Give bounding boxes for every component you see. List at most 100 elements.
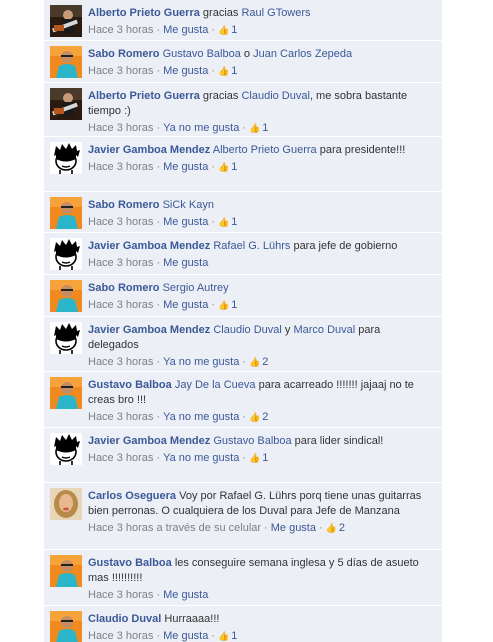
mention-link[interactable]: Raul GTowers bbox=[241, 7, 310, 19]
mention-link[interactable]: Jay De la Cueva bbox=[175, 379, 256, 391]
cartoon-face-avatar[interactable] bbox=[50, 142, 82, 174]
thumbs-up-icon[interactable]: 👍 bbox=[218, 66, 229, 76]
cartoon-face-avatar[interactable] bbox=[50, 322, 82, 354]
like-count[interactable]: 2 bbox=[262, 356, 268, 368]
like-button[interactable]: Me gusta bbox=[163, 299, 208, 311]
timestamp: Hace 3 horas bbox=[88, 65, 154, 77]
mention-link[interactable]: Claudio Duval bbox=[213, 324, 281, 336]
orange-man-avatar[interactable] bbox=[50, 377, 82, 409]
thumbs-up-icon[interactable]: 👍 bbox=[218, 300, 229, 310]
cartoon-face-avatar[interactable] bbox=[50, 433, 82, 465]
like-count[interactable]: 1 bbox=[231, 216, 237, 228]
orange-man-avatar[interactable] bbox=[50, 280, 82, 312]
like-button[interactable]: Me gusta bbox=[163, 630, 208, 642]
like-button[interactable]: Ya no me gusta bbox=[163, 356, 239, 368]
cartoon-face-avatar[interactable] bbox=[50, 238, 82, 270]
comment-author-link[interactable]: Javier Gamboa Mendez bbox=[88, 324, 210, 336]
comment-author-link[interactable]: Carlos Oseguera bbox=[88, 490, 176, 502]
like-button[interactable]: Ya no me gusta bbox=[163, 452, 239, 464]
orange-man-avatar[interactable] bbox=[50, 555, 82, 587]
comment-meta: Hace 3 horas · Me gusta · 👍 1 bbox=[88, 215, 434, 230]
comment-author-link[interactable]: Alberto Prieto Guerra bbox=[88, 90, 200, 102]
separator-dot: · bbox=[211, 24, 216, 36]
mention-link[interactable]: Gustavo Balboa bbox=[213, 435, 291, 447]
thumbs-up-icon[interactable]: 👍 bbox=[249, 123, 260, 133]
comment-item: Alberto Prieto Guerra gracias Raul GTowe… bbox=[44, 0, 442, 41]
comment-author-link[interactable]: Javier Gamboa Mendez bbox=[88, 144, 210, 156]
timestamp: Hace 3 horas bbox=[88, 452, 154, 464]
mention-link[interactable]: SiCk Kayn bbox=[163, 199, 214, 211]
mention-link[interactable]: Alberto Prieto Guerra bbox=[213, 144, 317, 156]
separator-dot: · bbox=[156, 216, 161, 228]
comment-body: Javier Gamboa Mendez Rafael G. Lührs par… bbox=[88, 239, 434, 254]
like-count[interactable]: 1 bbox=[231, 65, 237, 77]
like-count[interactable]: 1 bbox=[231, 630, 237, 642]
thumbs-up-icon[interactable]: 👍 bbox=[218, 162, 229, 172]
mention-link[interactable]: Marco Duval bbox=[293, 324, 355, 336]
timestamp: Hace 3 horas bbox=[88, 630, 154, 642]
like-count[interactable]: 2 bbox=[262, 411, 268, 423]
like-count[interactable]: 1 bbox=[231, 24, 237, 36]
timestamp: Hace 3 horas bbox=[88, 257, 154, 269]
guitarist-avatar[interactable] bbox=[50, 5, 82, 37]
thumbs-up-icon[interactable]: 👍 bbox=[218, 25, 229, 35]
comment-body: Claudio Duval Hurraaaa!!! bbox=[88, 612, 434, 627]
comment-item: Javier Gamboa Mendez Rafael G. Lührs par… bbox=[44, 233, 442, 275]
like-button[interactable]: Me gusta bbox=[163, 589, 208, 601]
like-button[interactable]: Me gusta bbox=[163, 216, 208, 228]
comment-author-link[interactable]: Javier Gamboa Mendez bbox=[88, 435, 210, 447]
comment-body: Alberto Prieto Guerra gracias Raul GTowe… bbox=[88, 6, 434, 21]
separator-dot: · bbox=[211, 299, 216, 311]
like-button[interactable]: Me gusta bbox=[163, 161, 208, 173]
comment-meta: Hace 3 horas a través de su celular · Me g… bbox=[88, 521, 434, 536]
mention-link[interactable]: Sergio Autrey bbox=[163, 282, 229, 294]
comment-item: Javier Gamboa Mendez Alberto Prieto Guer… bbox=[44, 137, 442, 192]
comment-author-link[interactable]: Sabo Romero bbox=[88, 199, 160, 211]
comment-author-link[interactable]: Gustavo Balboa bbox=[88, 557, 172, 569]
like-button[interactable]: Ya no me gusta bbox=[163, 122, 239, 134]
comment-author-link[interactable]: Sabo Romero bbox=[88, 48, 160, 60]
timestamp: Hace 3 horas bbox=[88, 24, 154, 36]
woman-avatar[interactable] bbox=[50, 488, 82, 520]
like-count[interactable]: 1 bbox=[262, 452, 268, 464]
thumbs-up-icon[interactable]: 👍 bbox=[249, 453, 260, 463]
timestamp: Hace 3 horas bbox=[88, 299, 154, 311]
thumbs-up-icon[interactable]: 👍 bbox=[218, 631, 229, 641]
separator-dot: · bbox=[156, 299, 161, 311]
like-count[interactable]: 1 bbox=[231, 161, 237, 173]
like-button[interactable]: Me gusta bbox=[271, 522, 316, 534]
like-button[interactable]: Me gusta bbox=[163, 65, 208, 77]
mention-link[interactable]: Rafael G. Lührs bbox=[213, 240, 290, 252]
like-button[interactable]: Ya no me gusta bbox=[163, 411, 239, 423]
comment-meta: Hace 3 horas · Me gusta bbox=[88, 588, 434, 603]
comment-item: Sabo Romero SiCk Kayn Hace 3 horas · Me gus… bbox=[44, 192, 442, 233]
separator-dot: · bbox=[156, 161, 161, 173]
like-button[interactable]: Me gusta bbox=[163, 257, 208, 269]
comment-author-link[interactable]: Claudio Duval bbox=[88, 613, 161, 625]
separator-dot: · bbox=[156, 257, 161, 269]
comment-author-link[interactable]: Javier Gamboa Mendez bbox=[88, 240, 210, 252]
orange-man-avatar[interactable] bbox=[50, 611, 82, 642]
timestamp: Hace 3 horas bbox=[88, 161, 154, 173]
comment-author-link[interactable]: Alberto Prieto Guerra bbox=[88, 7, 200, 19]
mention-link[interactable]: Gustavo Balboa bbox=[163, 48, 241, 60]
like-count[interactable]: 1 bbox=[231, 299, 237, 311]
comment-author-link[interactable]: Sabo Romero bbox=[88, 282, 160, 294]
mention-link[interactable]: Juan Carlos Zepeda bbox=[253, 48, 352, 60]
orange-man-avatar[interactable] bbox=[50, 46, 82, 78]
thumbs-up-icon[interactable]: 👍 bbox=[326, 523, 337, 533]
comment-author-link[interactable]: Gustavo Balboa bbox=[88, 379, 172, 391]
thumbs-up-icon[interactable]: 👍 bbox=[249, 412, 260, 422]
like-button[interactable]: Me gusta bbox=[163, 24, 208, 36]
guitarist-avatar[interactable] bbox=[50, 88, 82, 120]
separator-dot: · bbox=[242, 411, 247, 423]
thumbs-up-icon[interactable]: 👍 bbox=[218, 217, 229, 227]
comment-item: Javier Gamboa Mendez Claudio Duval y Mar… bbox=[44, 317, 442, 372]
separator-dot: · bbox=[156, 411, 161, 423]
comment-body: Sabo Romero Sergio Autrey bbox=[88, 281, 434, 296]
thumbs-up-icon[interactable]: 👍 bbox=[249, 357, 260, 367]
like-count[interactable]: 2 bbox=[339, 522, 345, 534]
mention-link[interactable]: Claudio Duval bbox=[241, 90, 309, 102]
orange-man-avatar[interactable] bbox=[50, 197, 82, 229]
like-count[interactable]: 1 bbox=[262, 122, 268, 134]
